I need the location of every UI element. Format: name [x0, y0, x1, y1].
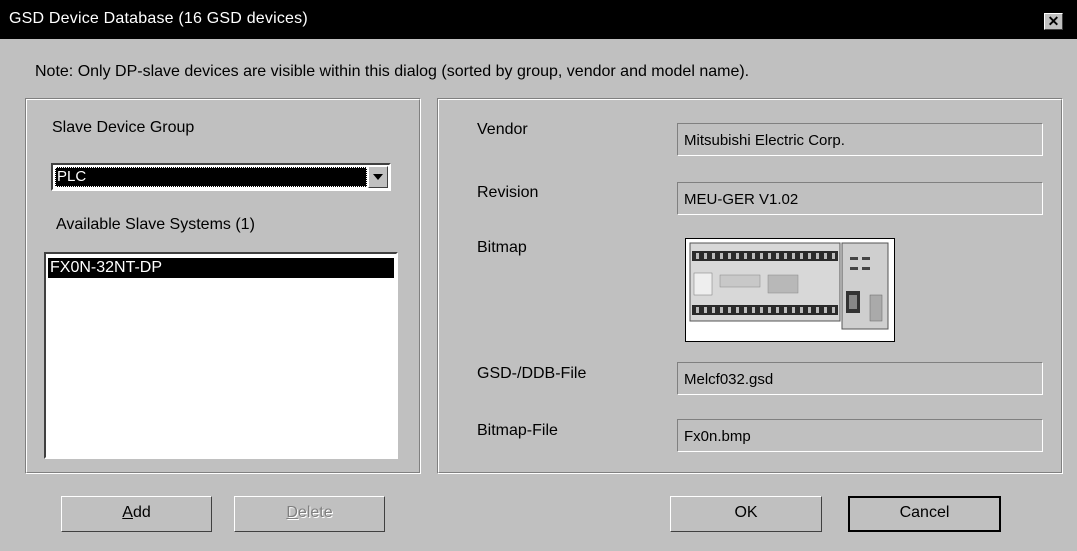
ok-button[interactable]: OK [670, 496, 822, 532]
add-button-label: Add [122, 504, 150, 521]
gsd-ddb-file-value: Melcf032.gsd [684, 371, 774, 388]
bitmap-file-value: Fx0n.bmp [684, 428, 751, 445]
plc-device-image [689, 242, 889, 330]
vendor-field: Mitsubishi Electric Corp. [677, 123, 1043, 156]
note-text: Note: Only DP-slave devices are visible … [35, 63, 750, 80]
available-slave-systems-list[interactable]: FX0N-32NT-DP [44, 252, 398, 459]
bitmap-file-label: Bitmap-File [477, 422, 558, 439]
slave-device-group-value: PLC [55, 167, 367, 187]
vendor-value: Mitsubishi Electric Corp. [684, 132, 845, 149]
close-button[interactable]: ✕ [1044, 13, 1063, 30]
delete-button[interactable]: Delete [234, 496, 385, 532]
slave-device-group-combo[interactable]: PLC [51, 163, 391, 191]
cancel-button-label: Cancel [899, 504, 950, 521]
window-title: GSD Device Database (16 GSD devices) [9, 10, 308, 27]
bitmap-file-field: Fx0n.bmp [677, 419, 1043, 452]
delete-label-rest: elete [297, 504, 333, 521]
revision-field: MEU-GER V1.02 [677, 182, 1043, 215]
cancel-button[interactable]: Cancel [848, 496, 1001, 532]
gsd-ddb-file-field: Melcf032.gsd [677, 362, 1043, 395]
add-label-rest: dd [132, 504, 151, 521]
add-mnemonic: A [122, 504, 133, 521]
revision-label: Revision [477, 184, 539, 201]
bitmap-label: Bitmap [477, 239, 527, 256]
combo-dropdown-button[interactable] [368, 166, 388, 188]
list-item[interactable]: FX0N-32NT-DP [48, 258, 394, 278]
add-button[interactable]: Add [61, 496, 212, 532]
ok-button-label: OK [734, 504, 758, 521]
vendor-label: Vendor [477, 121, 528, 138]
delete-button-label: Delete [286, 504, 332, 521]
chevron-down-icon [373, 174, 383, 180]
slave-device-group-label: Slave Device Group [52, 119, 195, 136]
device-bitmap-image [685, 238, 895, 342]
delete-mnemonic: D [286, 504, 298, 521]
close-icon: ✕ [1047, 13, 1060, 29]
revision-value: MEU-GER V1.02 [684, 191, 799, 208]
gsd-ddb-file-label: GSD-/DDB-File [477, 365, 587, 382]
title-bar: GSD Device Database (16 GSD devices) ✕ [0, 0, 1077, 39]
available-slave-systems-label: Available Slave Systems (1) [56, 216, 255, 233]
